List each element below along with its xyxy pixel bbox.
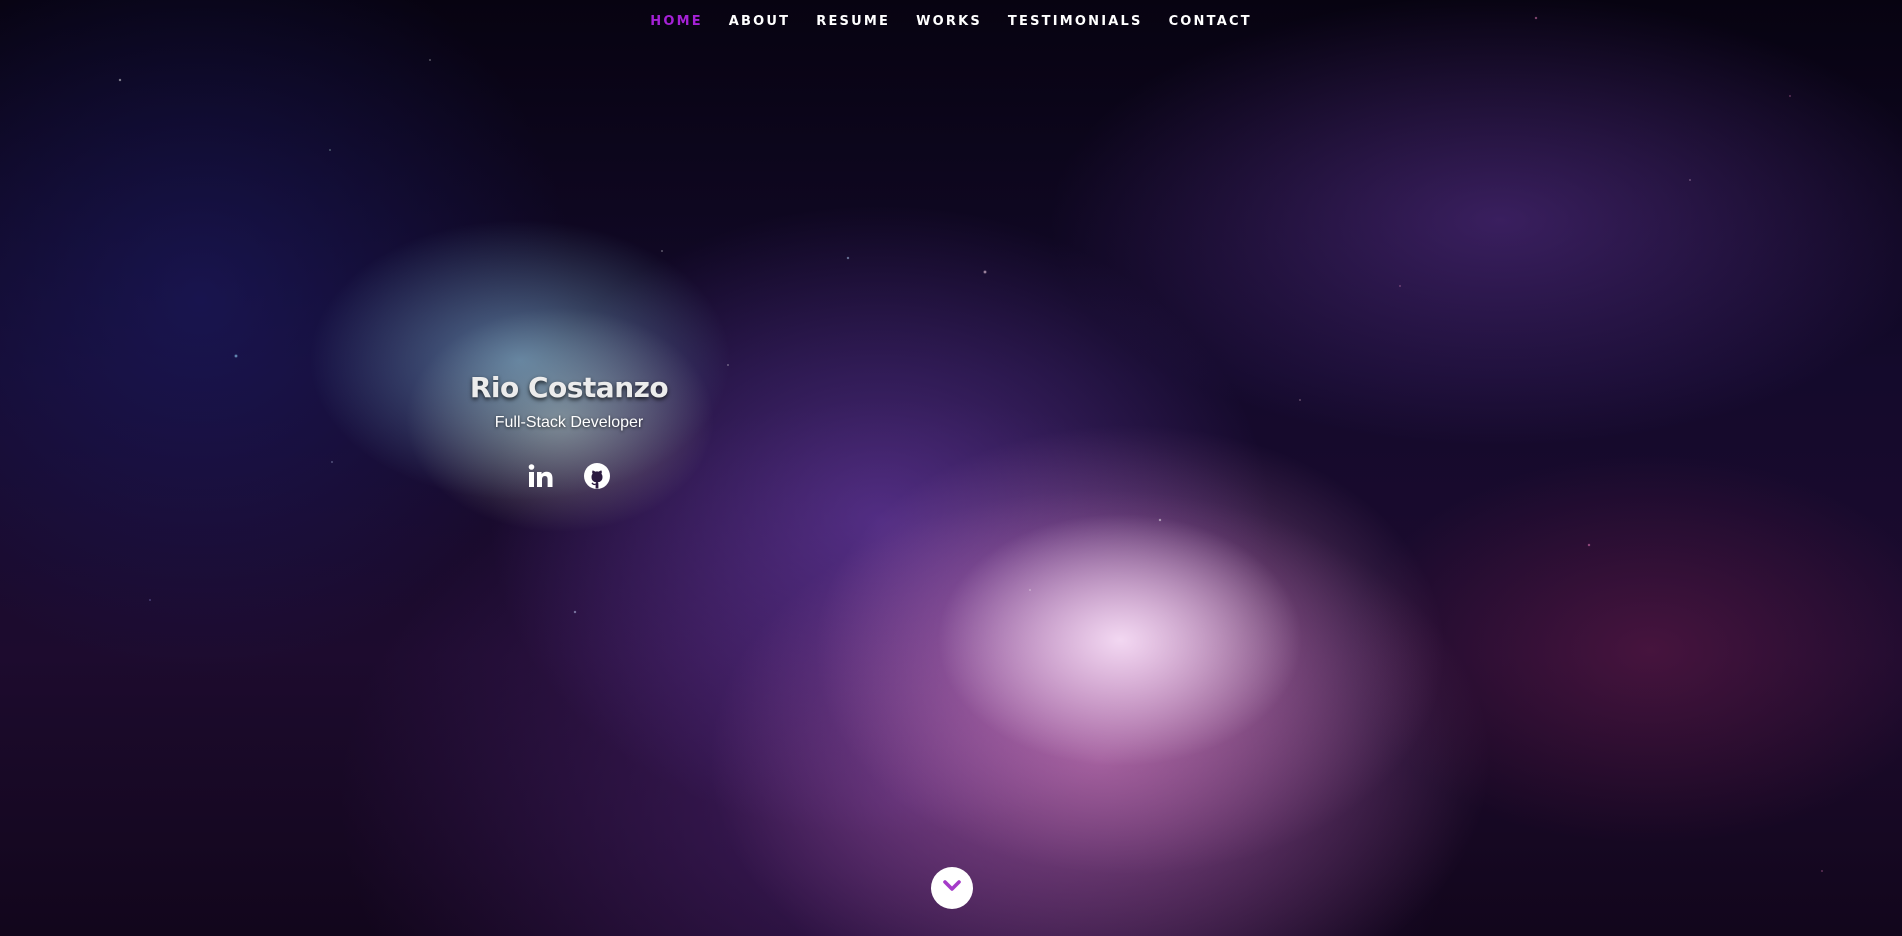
github-icon[interactable] bbox=[583, 462, 611, 490]
top-nav: HOME ABOUT RESUME WORKS TESTIMONIALS CON… bbox=[0, 0, 1902, 44]
page: HOME ABOUT RESUME WORKS TESTIMONIALS CON… bbox=[0, 0, 1902, 936]
starfield-background bbox=[0, 0, 1902, 936]
chevron-down-icon bbox=[942, 879, 962, 898]
nav-works[interactable]: WORKS bbox=[903, 0, 995, 44]
social-links bbox=[469, 462, 669, 490]
linkedin-icon[interactable] bbox=[527, 462, 555, 490]
hero-banner: Rio Costanzo Full-Stack Developer bbox=[469, 364, 669, 490]
nav-home[interactable]: HOME bbox=[637, 0, 716, 44]
nav-testimonials[interactable]: TESTIMONIALS bbox=[995, 0, 1156, 44]
scroll-down-button[interactable] bbox=[931, 867, 973, 909]
hero-name: Rio Costanzo bbox=[469, 371, 669, 404]
nav-about[interactable]: ABOUT bbox=[716, 0, 803, 44]
nav-resume[interactable]: RESUME bbox=[803, 0, 903, 44]
nav-contact[interactable]: CONTACT bbox=[1156, 0, 1265, 44]
hero-role: Full-Stack Developer bbox=[494, 414, 644, 431]
